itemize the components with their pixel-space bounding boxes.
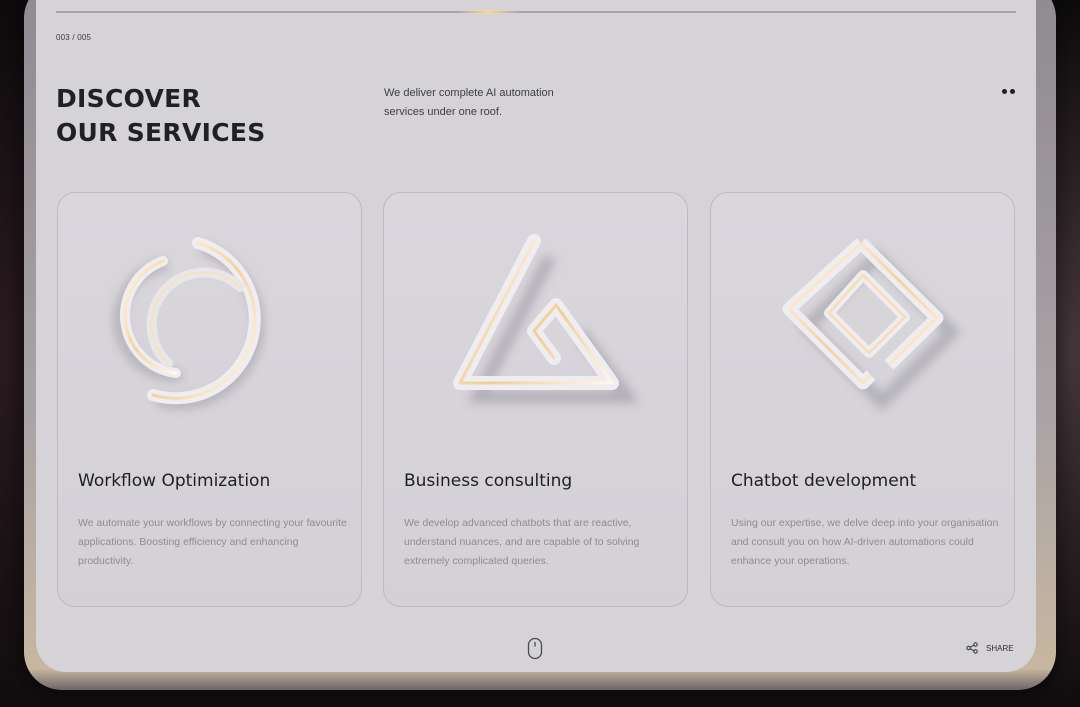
card-title: Business consulting: [404, 471, 573, 491]
progress-track: [56, 10, 1016, 14]
card-title: Workflow Optimization: [78, 471, 271, 491]
scroll-mouse-icon[interactable]: [527, 637, 543, 660]
card-description: We develop advanced chatbots that are re…: [404, 517, 640, 567]
page-counter: 003 / 005: [56, 33, 92, 42]
service-card-consulting[interactable]: Business consulting We develop advanced …: [383, 192, 688, 607]
share-button[interactable]: SHARE: [966, 642, 1014, 654]
share-icon: [966, 642, 978, 654]
progress-indicator: [456, 10, 522, 14]
share-label: SHARE: [986, 643, 1014, 653]
ring-arcs-icon: [114, 237, 264, 409]
screen: 003 / 005 DISCOVER OUR SERVICES We deliv…: [36, 0, 1036, 672]
page-title: DISCOVER OUR SERVICES: [56, 82, 266, 150]
card-description: Using our expertise, we delve deep into …: [731, 517, 999, 567]
card-description: We automate your workflows by connecting…: [78, 517, 347, 567]
menu-dots-icon[interactable]: [1000, 88, 1020, 96]
service-card-workflow[interactable]: Workflow Optimization We automate your w…: [57, 192, 362, 607]
diamond-icon: [782, 238, 961, 411]
card-title: Chatbot development: [731, 471, 917, 491]
triangle-icon: [453, 234, 640, 403]
intro-text: We deliver complete AI automation servic…: [384, 87, 554, 118]
service-card-chatbot[interactable]: Chatbot development Using our expertise,…: [710, 192, 1015, 607]
page-title-line2: OUR SERVICES: [56, 118, 266, 147]
page-title-line1: DISCOVER: [56, 84, 202, 113]
